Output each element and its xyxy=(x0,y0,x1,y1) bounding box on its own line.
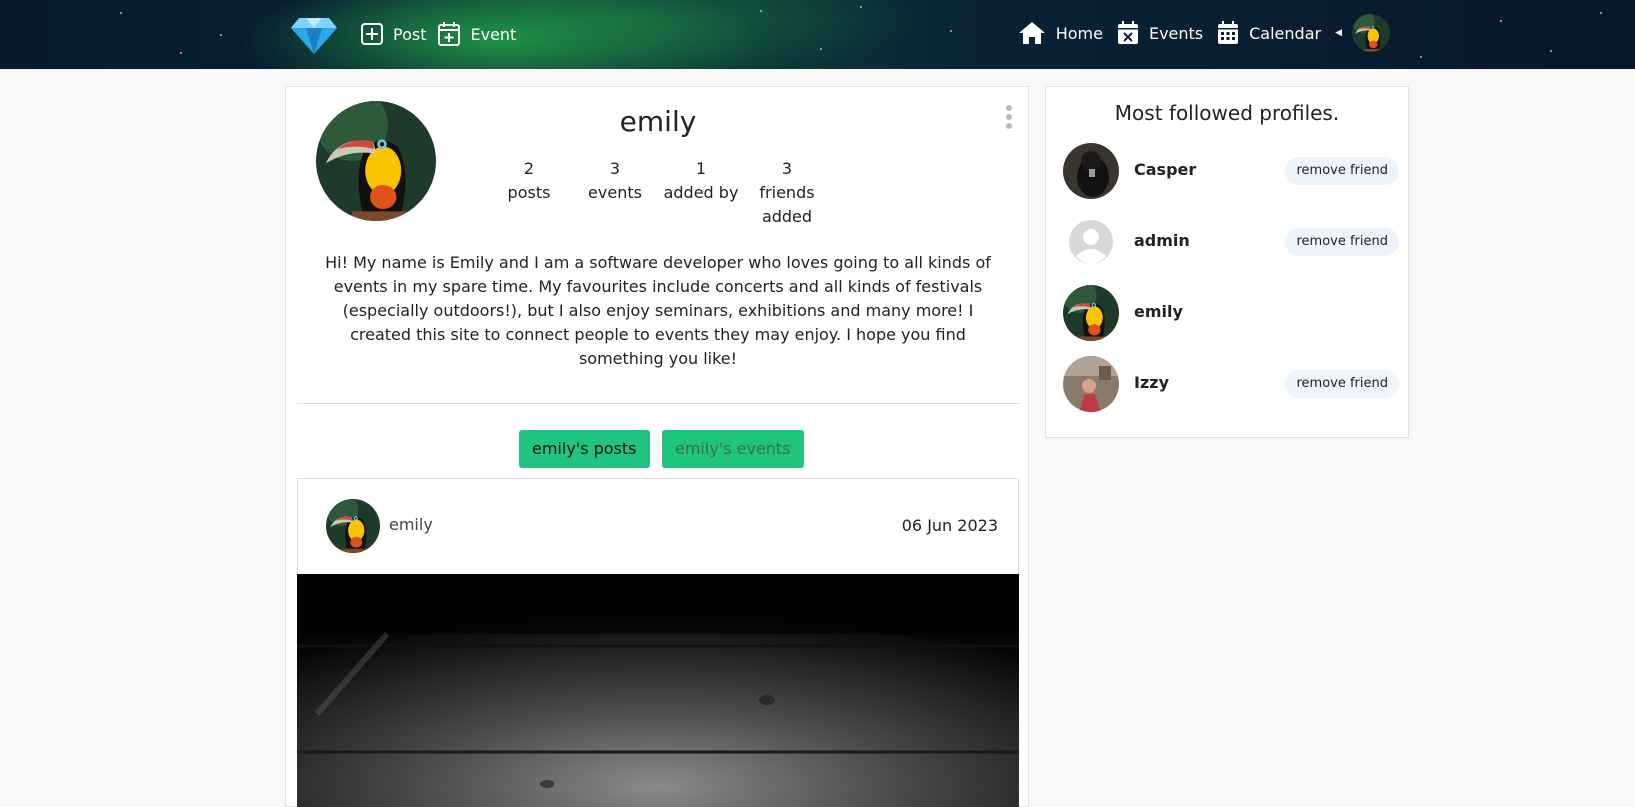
profile-username: emily xyxy=(619,105,697,138)
friend-row: Izzy remove friend xyxy=(1063,356,1399,412)
top-navbar: Post Event Home Events Calendar ◀ xyxy=(0,0,1635,69)
home-label: Home xyxy=(1055,23,1103,43)
events-link[interactable]: Events xyxy=(1117,21,1203,45)
friend-name[interactable]: emily xyxy=(1134,302,1183,321)
friend-avatar[interactable] xyxy=(1063,356,1119,412)
profile-stats: 2 posts 3 events 1 added by 3 friends ad… xyxy=(486,157,830,229)
profile-card: emily 2 posts 3 events 1 added by 3 frie… xyxy=(285,86,1029,807)
events-label: Events xyxy=(1148,23,1204,43)
home-icon xyxy=(1018,22,1045,44)
remove-friend-button[interactable]: remove friend xyxy=(1285,157,1399,185)
friend-row: Casper remove friend xyxy=(1063,143,1399,199)
friend-avatar[interactable] xyxy=(1063,214,1119,270)
friend-name[interactable]: Casper xyxy=(1134,160,1196,179)
home-link[interactable]: Home xyxy=(1018,21,1103,45)
remove-friend-button[interactable]: remove friend xyxy=(1285,228,1399,256)
calendar-icon xyxy=(1218,21,1239,44)
sidebar-title: Most followed profiles. xyxy=(1114,101,1340,125)
plus-square-icon xyxy=(361,23,383,45)
stat-friends-added: 3 friends added xyxy=(759,159,815,226)
friend-row: admin remove friend xyxy=(1063,214,1399,270)
friend-row: emily xyxy=(1063,285,1399,341)
user-menu-avatar[interactable] xyxy=(1352,14,1390,52)
tab-events[interactable]: emily's events xyxy=(662,430,804,468)
calendar-x-icon xyxy=(1117,21,1138,44)
friend-avatar[interactable] xyxy=(1063,285,1119,341)
diamond-icon[interactable] xyxy=(291,14,337,54)
post-author-avatar[interactable] xyxy=(326,499,380,553)
calendar-label: Calendar xyxy=(1249,23,1322,43)
most-followed-panel: Most followed profiles. Casper remove fr… xyxy=(1045,86,1409,438)
new-post-label: Post xyxy=(393,24,427,44)
friend-avatar[interactable] xyxy=(1063,143,1119,199)
new-event-label: Event xyxy=(470,24,517,44)
caret-left-icon[interactable]: ◀ xyxy=(1335,28,1342,38)
stat-events: 3 events xyxy=(588,159,642,202)
new-event-link[interactable]: Event xyxy=(438,22,516,46)
profile-bio: Hi! My name is Emily and I am a software… xyxy=(325,253,991,368)
more-options-icon[interactable] xyxy=(1006,105,1014,132)
post-card: emily 06 Jun 2023 xyxy=(297,478,1019,807)
stat-posts: 2 posts xyxy=(507,159,551,202)
post-image[interactable] xyxy=(297,574,1019,807)
tab-posts[interactable]: emily's posts xyxy=(519,430,650,468)
divider xyxy=(297,403,1019,404)
stat-added-by: 1 added by xyxy=(663,159,739,202)
calendar-plus-icon xyxy=(438,22,461,46)
post-date: 06 Jun 2023 xyxy=(901,516,998,535)
friend-name[interactable]: Izzy xyxy=(1134,373,1169,392)
post-author[interactable]: emily xyxy=(389,515,433,534)
calendar-link[interactable]: Calendar xyxy=(1217,21,1321,45)
new-post-link[interactable]: Post xyxy=(361,23,426,45)
remove-friend-button[interactable]: remove friend xyxy=(1285,370,1399,398)
friend-name[interactable]: admin xyxy=(1134,231,1190,250)
